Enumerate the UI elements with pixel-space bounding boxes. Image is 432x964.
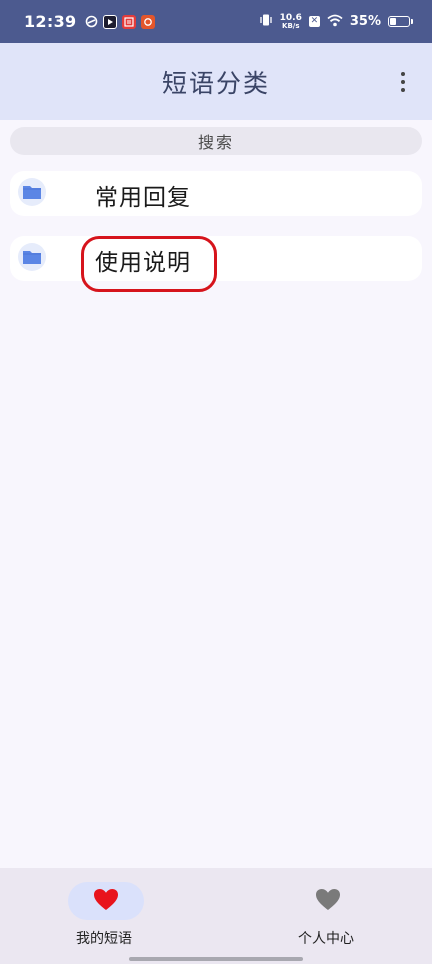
nav-my-phrases[interactable]: 我的短语 [34,882,174,952]
nav-label: 个人中心 [298,931,354,947]
folder-icon [18,243,46,271]
network-speed-unit: KB/s [282,21,300,30]
category-item-common-replies[interactable]: 常用回复 [10,171,422,216]
phone-screen: 12:39 10.6 KB/s ✕ 35% 短语分类 搜索 常用回复 使用说明 … [0,0,432,964]
battery-icon [388,16,413,27]
nav-profile-center[interactable]: 个人中心 [256,882,396,952]
vibrate-icon [259,12,273,31]
page-title: 短语分类 [161,68,270,98]
highlight-annotation [81,236,217,292]
notification-icons [84,14,156,29]
sync-app-icon [84,15,98,29]
category-label: 常用回复 [95,185,191,211]
search-label: 搜索 [197,133,234,152]
nav-indicator [290,882,366,920]
battery-level [390,18,397,25]
app-bar: 短语分类 [0,43,432,120]
search-button[interactable]: 搜索 [10,127,422,155]
network-speed: 10.6 KB/s [280,13,302,30]
heart-icon [315,888,341,915]
nav-label: 我的短语 [76,931,132,947]
folder-icon [18,178,46,206]
heart-icon [93,888,119,915]
more-vertical-icon[interactable] [398,70,408,94]
video-app-icon [103,14,118,29]
battery-percent: 35% [349,14,381,29]
bottom-navigation: 我的短语 个人中心 [0,868,432,964]
news-app-icon [122,14,137,29]
nav-indicator [68,882,144,920]
status-bar: 12:39 10.6 KB/s ✕ 35% [0,0,432,43]
reader-app-icon [141,14,156,29]
wifi-icon [327,12,343,31]
no-sim-icon: ✕ [308,16,320,27]
status-right-icons: 10.6 KB/s ✕ 35% [259,12,413,31]
status-time: 12:39 [24,12,77,31]
home-indicator[interactable] [129,957,303,961]
